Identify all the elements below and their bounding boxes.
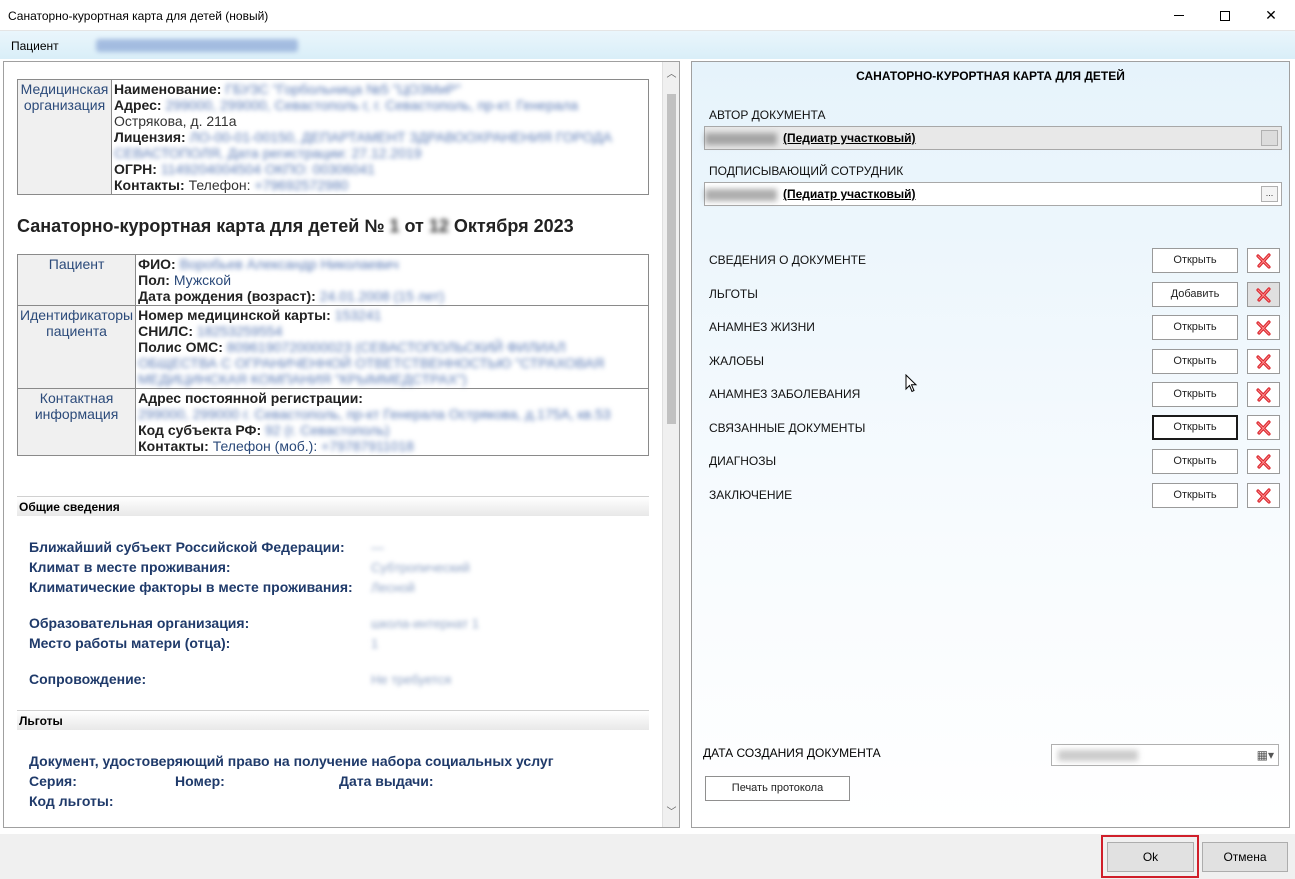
add-benefits-button[interactable]: Добавить [1152, 282, 1238, 307]
delete-icon [1255, 386, 1271, 403]
section-label-life-anamnesis: АНАМНЕЗ ЖИЗНИ [709, 320, 815, 334]
parent-work-label: Место работы матери (отца): [29, 635, 231, 651]
open-diagnoses-button[interactable]: Открыть [1152, 449, 1238, 474]
creation-date-picker[interactable]: ▦▾ [1051, 744, 1279, 766]
contact-header: Контактная информация [16, 388, 137, 456]
close-button[interactable]: ✕ [1248, 0, 1294, 31]
scroll-up-icon[interactable]: ︿ [663, 64, 679, 81]
signer-select-button[interactable]: ... [1261, 186, 1278, 202]
climate-label: Климат в месте проживания: [29, 559, 231, 575]
escort-label: Сопровождение: [29, 671, 147, 687]
open-document-info-button[interactable]: Открыть [1152, 248, 1238, 273]
open-life-anamnesis-button[interactable]: Открыть [1152, 315, 1238, 340]
maximize-button[interactable] [1202, 0, 1248, 31]
patient-details: ФИО: Воробьев Александр Николаевич Пол: … [135, 254, 649, 306]
patient-header: Пациент [16, 254, 137, 306]
delete-icon [1255, 353, 1271, 370]
open-disease-anamnesis-button[interactable]: Открыть [1152, 382, 1238, 407]
patient-name-redacted [96, 39, 298, 52]
ids-details: Номер медицинской карты: 153241 СНИЛС: 1… [135, 305, 649, 389]
author-field[interactable]: (Педиатр участковый) [704, 126, 1282, 150]
section-label-complaints: ЖАЛОБЫ [709, 354, 765, 368]
delete-related-docs-button[interactable] [1247, 415, 1280, 440]
patient-label: Пациент [11, 39, 59, 53]
delete-icon [1255, 252, 1271, 269]
contact-details: Адрес постоянной регистрации: 299000, 29… [135, 388, 649, 456]
nearest-region-value: — [371, 540, 384, 555]
open-complaints-button[interactable]: Открыть [1152, 349, 1238, 374]
ids-header: Идентификаторы пациента [16, 305, 137, 389]
delete-complaints-button[interactable] [1247, 349, 1280, 374]
window-title: Санаторно-курортная карта для детей (нов… [8, 9, 269, 23]
document-scrollbar[interactable]: ︿ ﹀ [662, 62, 679, 827]
issue-date-label: Дата выдачи: [339, 773, 434, 789]
minimize-button[interactable] [1156, 0, 1202, 31]
patient-table: Пациент ФИО: Воробьев Александр Николаев… [16, 254, 649, 456]
calendar-dropdown-icon[interactable]: ▦▾ [1257, 748, 1274, 762]
delete-conclusion-button[interactable] [1247, 483, 1280, 508]
panel-title: САНАТОРНО-КУРОРТНАЯ КАРТА ДЛЯ ДЕТЕЙ [856, 69, 1125, 83]
maximize-icon [1220, 10, 1230, 21]
scroll-thumb[interactable] [667, 94, 676, 424]
climate-factors-value: Лесной [371, 580, 415, 595]
general-section-header: Общие сведения [17, 496, 649, 516]
delete-benefits-button [1247, 282, 1280, 307]
delete-diagnoses-button[interactable] [1247, 449, 1280, 474]
document-preview[interactable]: Медицинская организация Наименование: ГБ… [3, 61, 680, 828]
ok-button[interactable]: Ok [1107, 842, 1194, 872]
parent-work-value: 1 [371, 636, 379, 651]
author-name-redacted [705, 132, 777, 145]
mouse-cursor-icon [905, 374, 918, 393]
cancel-button[interactable]: Отмена [1202, 842, 1288, 872]
dialog-footer: Ok Отмена [0, 834, 1295, 879]
section-label-related-docs: СВЯЗАННЫЕ ДОКУМЕНТЫ [709, 421, 866, 435]
delete-disease-anamnesis-button[interactable] [1247, 382, 1280, 407]
author-label: АВТОР ДОКУМЕНТА [709, 108, 826, 122]
education-label: Образовательная организация: [29, 615, 250, 631]
patient-bar: Пациент [0, 31, 1295, 59]
card-sections-panel: САНАТОРНО-КУРОРТНАЯ КАРТА ДЛЯ ДЕТЕЙ АВТО… [691, 61, 1290, 828]
close-icon: ✕ [1265, 7, 1277, 23]
delete-icon [1255, 419, 1271, 436]
org-table: Медицинская организация Наименование: ГБ… [17, 79, 649, 195]
section-label-benefits: ЛЬГОТЫ [709, 287, 758, 301]
document-title: Санаторно-курортная карта для детей № 1 … [17, 216, 574, 236]
benefit-code-label: Код льготы: [29, 793, 114, 809]
delete-icon [1255, 487, 1271, 504]
org-header: Медицинская организация [17, 79, 112, 195]
signer-label: ПОДПИСЫВАЮЩИЙ СОТРУДНИК [709, 164, 904, 178]
open-conclusion-button[interactable]: Открыть [1152, 483, 1238, 508]
escort-value: Не требуется [371, 672, 452, 687]
section-label-document-info: СВЕДЕНИЯ О ДОКУМЕНТЕ [709, 253, 866, 267]
delete-icon [1255, 286, 1271, 303]
delete-life-anamnesis-button[interactable] [1247, 315, 1280, 340]
minimize-icon [1174, 15, 1184, 16]
delete-icon [1255, 319, 1271, 336]
section-label-conclusion: ЗАКЛЮЧЕНИЕ [709, 488, 793, 502]
education-value: школа-интернат 1 [371, 616, 479, 631]
benefit-document-label: Документ, удостоверяющий право на получе… [29, 753, 554, 769]
window-titlebar: Санаторно-курортная карта для детей (нов… [0, 0, 1295, 31]
org-details: Наименование: ГБУЗС "Горбольница №5 "ЦОЗ… [111, 79, 649, 195]
signer-field[interactable]: (Педиатр участковый) ... [704, 182, 1282, 206]
climate-value: Субтропический [371, 560, 470, 575]
nearest-region-label: Ближайший субъект Российской Федерации: [29, 539, 345, 555]
creation-date-label: ДАТА СОЗДАНИЯ ДОКУМЕНТА [703, 746, 881, 760]
number-label: Номер: [175, 773, 225, 789]
delete-document-info-button[interactable] [1247, 248, 1280, 273]
print-protocol-button[interactable]: Печать протокола [705, 776, 850, 801]
open-related-docs-button[interactable]: Открыть [1152, 415, 1238, 440]
climate-factors-label: Климатические факторы в месте проживания… [29, 579, 353, 595]
section-label-disease-anamnesis: АНАМНЕЗ ЗАБОЛЕВАНИЯ [709, 387, 861, 401]
section-label-diagnoses: ДИАГНОЗЫ [709, 454, 777, 468]
benefits-section-header: Льготы [17, 710, 649, 730]
creation-date-value-redacted [1058, 750, 1138, 761]
signer-role: (Педиатр участковый) [783, 187, 916, 201]
scroll-down-icon[interactable]: ﹀ [663, 802, 679, 819]
signer-name-redacted [705, 188, 777, 201]
series-label: Серия: [29, 773, 77, 789]
author-role: (Педиатр участковый) [783, 131, 916, 145]
delete-icon [1255, 453, 1271, 470]
author-select-button [1261, 130, 1278, 146]
